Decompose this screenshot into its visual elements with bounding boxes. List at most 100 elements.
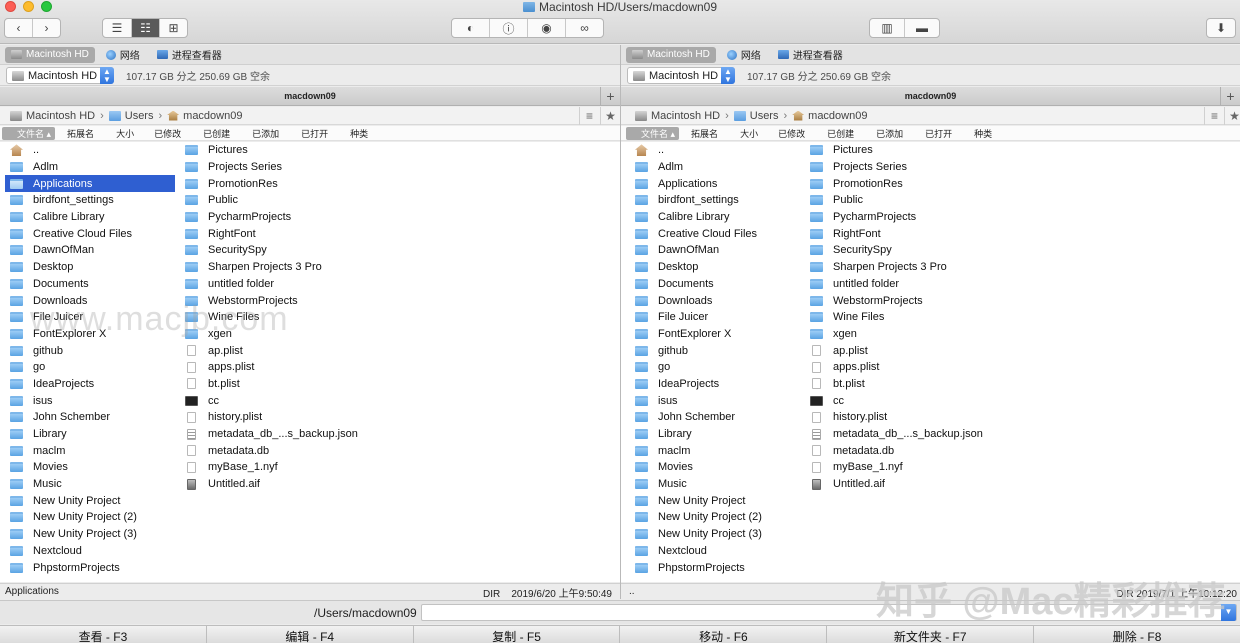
list-item[interactable]: Documents [5,276,175,293]
favorite-button[interactable]: ★ [1224,107,1240,125]
list-item[interactable]: maclm [5,442,175,459]
list-item[interactable]: New Unity Project (2) [630,509,800,526]
list-item[interactable]: metadata.db [180,442,380,459]
list-item[interactable]: apps.plist [805,359,1005,376]
list-item[interactable]: .. [5,142,175,159]
list-item[interactable]: IdeaProjects [5,376,175,393]
list-item[interactable]: PycharmProjects [180,209,380,226]
list-item[interactable]: DawnOfMan [630,242,800,259]
list-item[interactable]: New Unity Project (2) [5,509,175,526]
list-item[interactable]: metadata_db_...s_backup.json [180,426,380,443]
column-extension[interactable]: 拓展名 [691,127,718,140]
column-size[interactable]: 大小 [740,127,758,140]
list-item[interactable]: maclm [630,442,800,459]
breadcrumb-home[interactable]: macdown09 [808,110,867,122]
list-item[interactable]: Nextcloud [630,543,800,560]
list-item[interactable]: PhpstormProjects [5,559,175,576]
list-item[interactable]: PromotionRes [180,175,380,192]
list-item[interactable]: SecuritySpy [180,242,380,259]
list-item[interactable]: cc [805,392,1005,409]
toggle-hidden-button[interactable]: ◐ [452,19,490,37]
list-item[interactable]: history.plist [180,409,380,426]
list-item[interactable]: Projects Series [180,159,380,176]
list-item[interactable]: Adlm [630,159,800,176]
new-folder-f7-button[interactable]: 新文件夹 - F7 [827,626,1035,643]
list-view-button[interactable]: ☰ [103,19,132,37]
column-extension[interactable]: 拓展名 [67,127,94,140]
column-modified[interactable]: 已修改 [154,127,181,140]
list-item[interactable]: metadata_db_...s_backup.json [805,426,1005,443]
add-tab-button[interactable]: + [1220,87,1240,106]
list-item[interactable]: Pictures [805,142,1005,159]
list-item[interactable]: Untitled.aif [805,476,1005,493]
archive-button[interactable]: ▥ [870,19,905,37]
breadcrumb-home[interactable]: macdown09 [183,110,242,122]
list-item[interactable]: Public [805,192,1005,209]
back-button[interactable]: ‹ [5,19,33,37]
list-item[interactable]: myBase_1.nyf [805,459,1005,476]
list-item[interactable]: go [630,359,800,376]
breadcrumb-disk[interactable]: Macintosh HD [651,110,720,122]
list-item[interactable]: Pictures [180,142,380,159]
column-kind[interactable]: 种类 [974,127,992,140]
download-button[interactable]: ⬇ [1207,19,1235,37]
breadcrumb-users[interactable]: Users [750,110,779,122]
list-item[interactable]: untitled folder [180,276,380,293]
list-item[interactable]: Music [630,476,800,493]
list-item[interactable]: Public [180,192,380,209]
list-item[interactable]: Sharpen Projects 3 Pro [805,259,1005,276]
list-item[interactable]: github [630,342,800,359]
breadcrumb-disk[interactable]: Macintosh HD [26,110,95,122]
list-item[interactable]: Wine Files [805,309,1005,326]
disk-select[interactable]: Macintosh HD ▲ ▼ [6,67,114,84]
list-item[interactable]: ap.plist [180,342,380,359]
list-item[interactable]: New Unity Project [630,492,800,509]
list-item[interactable]: John Schember [5,409,175,426]
list-item[interactable]: Library [5,426,175,443]
list-item[interactable]: birdfont_settings [630,192,800,209]
list-item[interactable]: Applications [630,175,800,192]
list-item[interactable]: isus [630,392,800,409]
disk-select[interactable]: Macintosh HD ▲ ▼ [627,67,735,84]
list-item[interactable]: John Schember [630,409,800,426]
list-item[interactable]: Nextcloud [5,543,175,560]
list-item[interactable]: New Unity Project (3) [5,526,175,543]
column-opened[interactable]: 已打开 [301,127,328,140]
list-item[interactable]: Movies [5,459,175,476]
list-item[interactable]: bt.plist [180,376,380,393]
list-item[interactable]: File Juicer [630,309,800,326]
list-item[interactable]: FontExplorer X [630,326,800,343]
list-item[interactable]: ap.plist [805,342,1005,359]
edit-f4-button[interactable]: 编辑 - F4 [207,626,414,643]
list-item[interactable]: .. [630,142,800,159]
column-added[interactable]: 已添加 [252,127,279,140]
list-item[interactable]: xgen [805,326,1005,343]
list-item[interactable]: birdfont_settings [5,192,175,209]
info-button[interactable]: ⓘ [490,19,528,37]
list-item[interactable]: SecuritySpy [805,242,1005,259]
list-item[interactable]: Calibre Library [630,209,800,226]
move-f6-button[interactable]: 移动 - F6 [620,626,828,643]
list-item[interactable]: Untitled.aif [180,476,380,493]
list-item[interactable]: Creative Cloud Files [5,225,175,242]
tab-network[interactable]: 网络 [721,47,767,63]
list-item[interactable]: Sharpen Projects 3 Pro [180,259,380,276]
column-added[interactable]: 已添加 [876,127,903,140]
new-folder-toolbar-button[interactable]: ▬ [905,19,939,37]
delete-f8-button[interactable]: 删除 - F8 [1034,626,1240,643]
list-item[interactable]: Adlm [5,159,175,176]
list-item[interactable]: Creative Cloud Files [630,225,800,242]
list-item[interactable]: IdeaProjects [630,376,800,393]
menu-button[interactable]: ≡ [1204,107,1224,125]
menu-button[interactable]: ≡ [579,107,599,125]
list-item[interactable]: Library [630,426,800,443]
list-item[interactable]: Downloads [630,292,800,309]
search-button[interactable]: ∞ [566,19,603,37]
list-item[interactable]: apps.plist [180,359,380,376]
tab-macintosh-hd[interactable]: Macintosh HD [626,46,716,63]
list-item[interactable]: RightFont [180,225,380,242]
list-item[interactable]: untitled folder [805,276,1005,293]
list-item[interactable]: myBase_1.nyf [180,459,380,476]
column-name[interactable]: 文件名 ▴ [626,126,680,140]
list-item[interactable]: history.plist [805,409,1005,426]
